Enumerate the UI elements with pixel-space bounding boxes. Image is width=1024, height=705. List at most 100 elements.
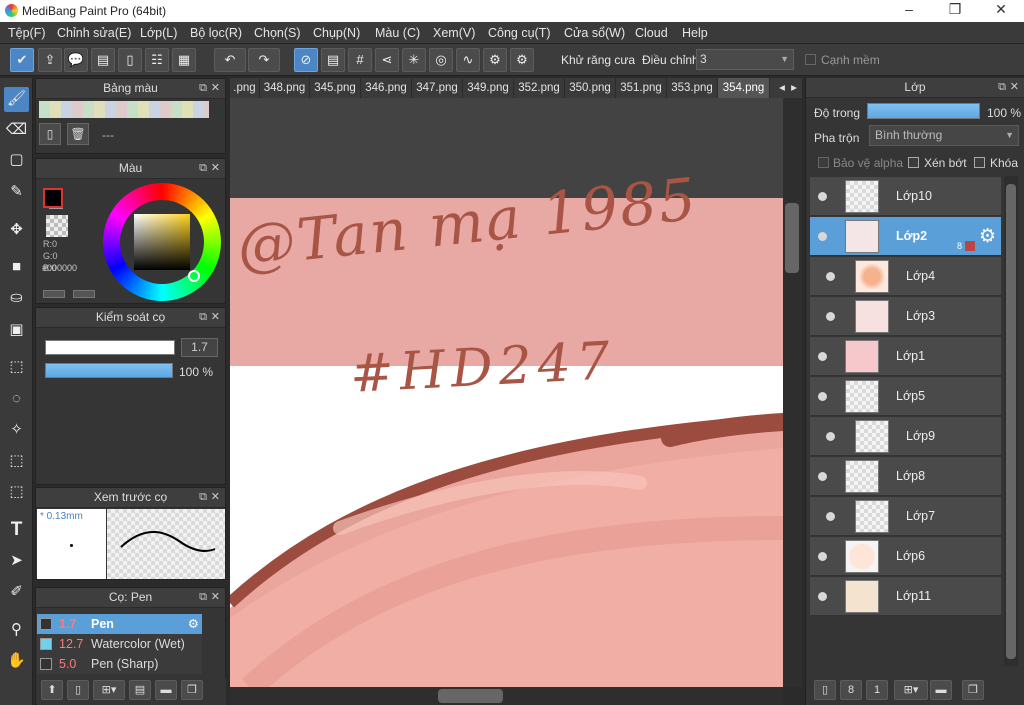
tab-file[interactable]: 350.png [565,78,616,98]
grid-snap-icon[interactable]: # [348,48,372,72]
close-window-button[interactable]: ✕ [978,1,1024,21]
select-eraser-tool-icon[interactable]: ⬚ [4,480,29,505]
menu-file[interactable]: Tệp(F) [8,26,46,40]
brush-opacity-slider[interactable] [45,363,173,378]
rectangle-tool-icon[interactable]: ▢ [4,148,29,173]
popout-icon[interactable]: ⧉ [998,78,1006,97]
tab-file[interactable]: 352.png [514,78,565,98]
symmetry-snap-icon[interactable]: ⚙ [483,48,507,72]
menu-window[interactable]: Cửa sổ(W) [564,26,625,40]
eye-icon[interactable] [826,272,835,281]
hand-tool-icon[interactable]: ✋ [4,649,29,674]
add-layer-menu-icon[interactable]: ⊞▾ [894,680,928,700]
menu-color[interactable]: Màu (C) [375,26,420,40]
layer-row[interactable]: Lớp9 [810,417,1001,456]
duplicate-layer-icon[interactable]: ❐ [962,680,984,700]
tab-scroll-left-icon[interactable]: ◂ [776,78,788,98]
layer-row[interactable]: Lớp6 [810,537,1001,576]
new-layer-icon[interactable]: ▯ [814,680,836,700]
popout-icon[interactable]: ⧉ [199,308,207,327]
color-add-button[interactable] [43,290,65,298]
close-icon[interactable]: ✕ [211,308,220,327]
lasso-tool-icon[interactable]: ◌ [4,387,29,412]
eye-icon[interactable] [818,472,827,481]
layer-row[interactable]: Lớp5 [810,377,1001,416]
new-layer-8bit-icon[interactable]: 8 [840,680,862,700]
layer-row[interactable]: Lớp7 [810,497,1001,536]
menu-help[interactable]: Help [682,26,708,40]
grid-check-icon[interactable]: ▦ [172,48,196,72]
undo-icon[interactable]: ↶ [214,48,246,72]
layer-row[interactable]: Lớp10 [810,177,1001,216]
popout-icon[interactable]: ⧉ [199,588,207,607]
layer-scrollbar[interactable] [1004,176,1018,666]
layer-row[interactable]: Lớp3 [810,297,1001,336]
blend-mode-select[interactable]: Bình thường ▼ [869,125,1019,146]
adjust-select[interactable]: 3 ▼ [696,49,794,70]
curve-snap-icon[interactable]: ∿ [456,48,480,72]
menu-tools[interactable]: Công cụ(T) [488,26,551,40]
menu-edit[interactable]: Chỉnh sửa(E) [57,26,131,40]
menu-view[interactable]: Xem(V) [433,26,475,40]
eye-icon[interactable] [818,232,827,241]
brush-item[interactable]: 1.7 Pen ⚙ [37,614,202,634]
layer-opacity-slider[interactable] [867,103,980,119]
concentric-snap-icon[interactable]: ◎ [429,48,453,72]
settings-gear-icon[interactable]: ⚙ [510,48,534,72]
menu-filter[interactable]: Bộ lọc(R) [190,26,242,40]
protect-alpha-checkbox[interactable] [818,157,829,168]
folder-icon[interactable]: ▬ [155,680,177,700]
snap-off-icon[interactable]: ⊘ [294,48,318,72]
clipping-checkbox[interactable] [908,157,919,168]
dot-brush-tool-icon[interactable]: ✎ [4,180,29,205]
menu-select[interactable]: Chọn(S) [254,26,301,40]
comment-icon[interactable]: 💬 [64,48,88,72]
saturation-value-square[interactable] [134,214,190,270]
brush-item[interactable]: 12.7 Watercolor (Wet) [37,634,202,654]
brush-size-value[interactable]: 1.7 [181,338,218,357]
close-icon[interactable]: ✕ [1010,78,1019,97]
tab-file[interactable]: 351.png [616,78,667,98]
folder-icon[interactable]: ▬ [930,680,952,700]
close-icon[interactable]: ✕ [211,488,220,507]
horizontal-scroll-thumb[interactable] [438,689,503,703]
brush-item[interactable]: 5.0 Pen (Sharp) [37,654,202,674]
brush-cloud-icon[interactable]: ⬆ [41,680,63,700]
close-icon[interactable]: ✕ [211,159,220,178]
parallel-snap-icon[interactable]: ▤ [321,48,345,72]
trash-icon[interactable]: 🗑 [67,123,89,145]
lock-checkbox[interactable] [974,157,985,168]
tab-file[interactable]: 353.png [667,78,718,98]
brush-size-slider[interactable] [45,340,175,355]
select-rect-tool-icon[interactable]: ⬚ [4,355,29,380]
primary-color-swatch[interactable] [43,188,63,208]
radial-snap-icon[interactable]: ✳ [402,48,426,72]
new-layer-1bit-icon[interactable]: 1 [866,680,888,700]
new-brush-icon[interactable]: ▯ [67,680,89,700]
layer-row[interactable]: Lớp4 [810,257,1001,296]
transparent-color-swatch[interactable] [46,215,68,237]
brush-tool-icon[interactable]: 🖌 [4,87,29,112]
brush-settings-icon[interactable]: ▤ [129,680,151,700]
minimize-button[interactable]: – [886,1,932,21]
duplicate-icon[interactable]: ❐ [181,680,203,700]
redo-icon[interactable]: ↷ [248,48,280,72]
speech-bubble-icon[interactable]: ▤ [91,48,115,72]
soft-edge-checkbox[interactable] [805,54,816,65]
panel-list-icon[interactable]: ☷ [145,48,169,72]
perspective-snap-icon[interactable]: ⋖ [375,48,399,72]
vertical-scrollbar[interactable] [783,98,802,687]
move-tool-icon[interactable]: ✥ [4,218,29,243]
tab-scroll-right-icon[interactable]: ▸ [788,78,800,98]
vertical-scroll-thumb[interactable] [785,203,799,273]
layer-row[interactable]: Lớp1 [810,337,1001,376]
new-palette-icon[interactable]: ▯ [39,123,61,145]
gear-icon[interactable]: ⚙ [188,614,199,634]
share-icon[interactable]: ⇪ [38,48,62,72]
layer-row[interactable]: Lớp11 [810,577,1001,616]
gear-icon[interactable]: ⚙ [979,225,996,248]
close-icon[interactable]: ✕ [211,79,220,98]
popout-icon[interactable]: ⧉ [199,488,207,507]
eyedropper-tool-icon[interactable]: ⚲ [4,618,29,643]
magic-wand-tool-icon[interactable]: ✧ [4,418,29,443]
